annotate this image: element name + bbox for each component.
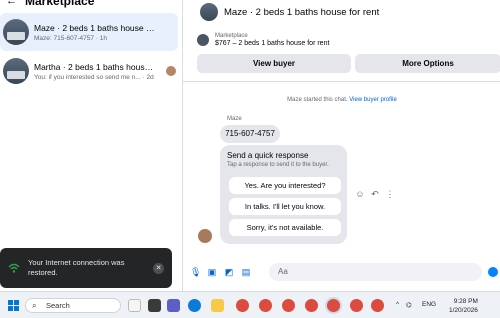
chat-header: Maze · 2 beds 1 baths house for rent — [183, 0, 500, 24]
message-input[interactable]: Aa — [269, 263, 482, 281]
divider — [183, 81, 500, 82]
started-text: Maze started this chat. — [287, 97, 348, 103]
marketplace-listing-card[interactable]: Marketplace $767 – 2 beds 1 baths house … — [195, 30, 500, 50]
emoji-reaction-icon[interactable]: ☺ — [355, 189, 365, 199]
quick-response-in-talks[interactable]: In talks. I'll let you know. — [229, 198, 341, 215]
search-icon: ⌕ — [32, 301, 37, 310]
widget-icon[interactable] — [128, 299, 141, 312]
view-buyer-button[interactable]: View buyer — [197, 54, 351, 73]
read-receipt-avatar — [166, 66, 176, 76]
conversation-name: Maze · 2 beds 1 baths house for rent — [34, 22, 156, 33]
emoji-icon[interactable] — [488, 267, 498, 277]
conversation-item[interactable]: Maze · 2 beds 1 baths house for rent Maz… — [0, 13, 178, 51]
connection-toast: Your Internet connection was restored. ✕ — [0, 248, 172, 288]
left-header: ← Marketplace — [0, 0, 182, 8]
toast-message: Your Internet connection was restored. — [28, 258, 125, 277]
compose-bar: 🎙 ▣ ◩ ▤ Aa — [183, 262, 500, 282]
back-arrow-icon[interactable]: ← — [6, 0, 17, 7]
language-indicator[interactable]: ENG — [422, 301, 436, 308]
clock-date: 1/20/2026 — [449, 307, 478, 314]
chrome-icon[interactable] — [327, 299, 340, 312]
chat-title: Maze · 2 beds 1 baths house for rent — [224, 6, 380, 18]
file-explorer-icon[interactable] — [211, 299, 224, 312]
image-icon[interactable]: ▣ — [207, 267, 217, 277]
panel-title: Marketplace — [25, 0, 95, 8]
sticker-icon[interactable]: ◩ — [224, 267, 234, 277]
chrome-icon[interactable] — [350, 299, 363, 312]
gif-icon[interactable]: ▤ — [241, 267, 251, 277]
listing-thumbnail — [3, 19, 29, 45]
microphone-icon[interactable]: 🎙 — [190, 267, 201, 277]
close-icon[interactable]: ✕ — [153, 263, 164, 274]
reply-icon[interactable]: ↶ — [370, 189, 380, 199]
wifi-icon — [8, 262, 20, 274]
chevron-up-icon[interactable]: ^ — [396, 301, 399, 308]
listing-thumbnail — [3, 58, 29, 84]
more-vertical-icon[interactable]: ⋮ — [385, 189, 395, 199]
task-view-icon[interactable] — [148, 299, 161, 312]
search-label: Search — [46, 301, 70, 310]
chat-started-notice: Maze started this chat. View buyer profi… — [183, 97, 500, 103]
quick-response-sorry[interactable]: Sorry, it's not available. — [229, 219, 341, 236]
clock[interactable]: 9:28 PM 1/20/2026 — [449, 297, 478, 315]
chrome-icon[interactable] — [371, 299, 384, 312]
chrome-icon[interactable] — [282, 299, 295, 312]
quick-response-yes[interactable]: Yes. Are you interested? — [229, 177, 341, 194]
quick-response-title: Send a quick response — [227, 151, 309, 160]
windows-start-icon[interactable] — [8, 300, 19, 311]
quick-response-subtitle: Tap a response to send it to the buyer. — [227, 162, 329, 168]
listing-thumbnail — [197, 34, 209, 46]
chrome-icon[interactable] — [259, 299, 272, 312]
teams-icon[interactable] — [167, 299, 180, 312]
chat-panel: Maze · 2 beds 1 baths house for rent Mar… — [182, 0, 500, 291]
conversation-list-panel: ← Marketplace Maze · 2 beds 1 baths hous… — [0, 0, 182, 291]
clock-time: 9:28 PM — [453, 298, 478, 305]
sender-name: Maze — [227, 116, 242, 122]
edge-icon[interactable] — [188, 299, 201, 312]
marketplace-label: Marketplace — [215, 33, 248, 39]
listing-price: $767 – 2 beds 1 baths house for rent — [215, 40, 330, 47]
more-options-button[interactable]: More Options — [355, 54, 500, 73]
conversation-name: Martha · 2 beds 1 baths house f... — [34, 61, 156, 72]
conversation-item[interactable]: Martha · 2 beds 1 baths house f... You: … — [0, 52, 178, 90]
taskbar: ⌕ Search ^ ⌬ ENG 9:28 PM 1/20/2026 — [0, 291, 500, 318]
network-icon[interactable]: ⌬ — [406, 301, 412, 309]
conversation-preview: Maze: 715-607-4757 · 1h — [34, 34, 107, 42]
quick-response-card: Send a quick response Tap a response to … — [220, 145, 347, 244]
taskbar-search[interactable]: ⌕ Search — [25, 298, 121, 313]
view-buyer-profile-link[interactable]: View buyer profile — [349, 97, 397, 103]
chrome-icon[interactable] — [305, 299, 318, 312]
message-bubble: 715-607-4757 — [220, 125, 280, 143]
chrome-icon[interactable] — [236, 299, 249, 312]
conversation-preview: You: if you interested so send me n... ·… — [34, 73, 154, 81]
listing-avatar[interactable] — [200, 3, 218, 21]
avatar — [198, 229, 212, 243]
